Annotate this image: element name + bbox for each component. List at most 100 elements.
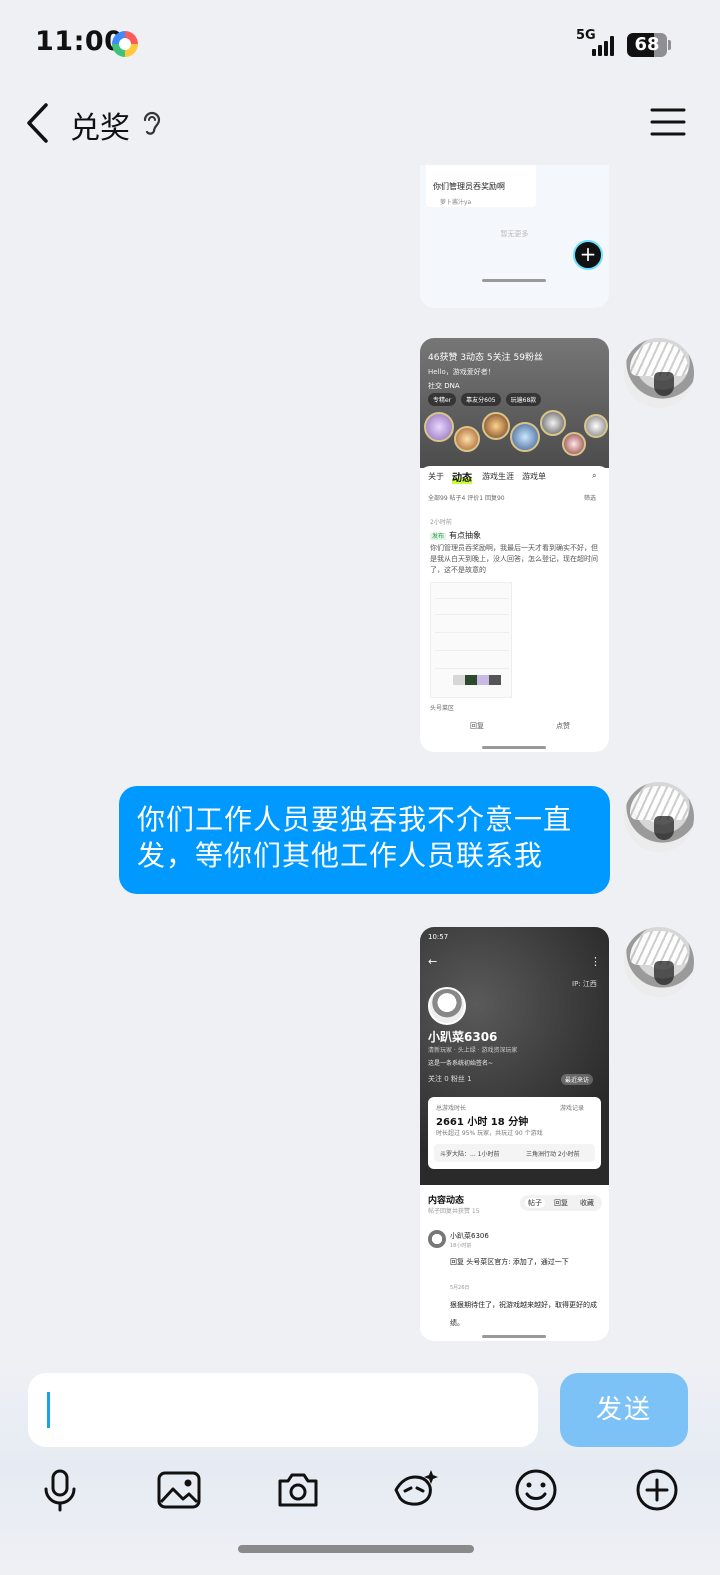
segment-posts: 帖子 [525,1198,545,1208]
no-more-label: 暂无更多 [500,230,529,238]
profile-name: 小趴菜6306 [428,1030,498,1044]
reply-date: 5月26日 [450,1285,470,1291]
camera-icon [278,1473,318,1507]
embedded-screenshot [430,582,512,698]
profile-header: 10:57 ← ⋮ IP: 江西 小趴菜6306 清新玩家 · 头上绿 · 游戏… [420,927,609,1185]
medal-icon [424,412,454,442]
medal-icon [482,412,510,440]
segment-favorites: 收藏 [580,1199,594,1207]
post-title-text: 有点抽象 [449,531,482,540]
post-body: 你们管理员吞奖励啊，我最后一天才看到确实不好，但是我从白天到晚上，没人回答，怎么… [430,544,598,574]
plus-fab-icon: + [573,240,603,270]
tab-activity: 动态 [452,469,472,484]
avatar[interactable] [624,782,694,852]
composer: 发送 [0,1362,720,1575]
hamburger-menu-icon [650,108,686,136]
image-message-2[interactable]: 46获赞 3动态 5关注 59粉丝 Hello，游戏爱好者！ 社交 DNA 专精… [420,338,609,752]
stat-chips: 专精er 靠友分605 玩遍68款 [428,393,542,406]
playtime-rank: 时长超过 95% 玩家，共玩过 90 个游戏 [436,1130,543,1137]
playtime-card: 总游戏时长 游戏记录 2661 小时 18 分钟 时长超过 95% 玩家，共玩过… [428,1097,601,1169]
post-tag: 发布 [430,533,447,540]
reply-user-name: 小趴菜6306 [450,1232,489,1240]
reply-text: 狠狠期待住了，祝游戏越来越好，取得更好的成绩。 [450,1301,597,1327]
medal-icon [562,432,586,456]
stat-chip: 玩遍68款 [505,393,542,406]
post-title: 发布 有点抽象 [430,530,481,541]
follow-stats: 关注 0 粉丝 1 [428,1075,472,1083]
profile-avatar [428,987,466,1025]
like-label: 点赞 [556,722,570,730]
image-icon [157,1471,201,1509]
image-message-3[interactable]: 10:57 ← ⋮ IP: 江西 小趴菜6306 清新玩家 · 头上绿 · 游戏… [420,927,609,1341]
reply-user-time: 18小时前 [450,1243,472,1249]
chat-title: 兑奖 [70,111,130,146]
emoji-icon [515,1469,557,1511]
game-item: 三角洲行动 2小时前 [526,1151,580,1158]
content-section-sub: 帖子回复共获赞 15 [428,1208,480,1215]
game-item: 斗罗大陆：... 1小时前 [440,1151,500,1158]
sub-tabs: 全部99 帖子4 评价1 回复90 [428,495,505,502]
battery-tip [668,40,671,50]
shot-time: 10:57 [428,933,449,941]
profile-hero: 46获赞 3动态 5关注 59粉丝 Hello，游戏爱好者！ 社交 DNA 专精… [420,338,609,468]
microphone-icon [44,1469,76,1512]
profile-stats: 46获赞 3动态 5关注 59粉丝 [428,353,543,363]
signal-icon [590,34,616,56]
battery-icon: 68 [627,33,667,57]
medal-icon [540,410,566,436]
avatar[interactable] [624,338,694,408]
ai-assistant-icon [394,1470,438,1506]
stat-chip: 靠友分605 [461,393,501,406]
social-dna-tag: 社交 DNA [428,382,460,390]
album-button[interactable] [155,1466,203,1514]
camera-button[interactable] [274,1466,322,1514]
hero-title: Hello，游戏爱好者！ [428,368,495,376]
reply-label: 回复 [470,722,484,730]
plus-icon [636,1469,678,1511]
avatar[interactable] [624,927,694,997]
playtime-label: 总游戏时长 [436,1105,467,1112]
medal-icon [510,422,540,452]
status-time: 11:00 [35,26,124,57]
reply-text: 回复 头号菜区官方: 添加了，通过一下 [450,1258,569,1266]
text-message-bubble[interactable]: 你们工作人员要独吞我不介意一直发，等你们其他工作人员联系我 [119,786,610,894]
post-text: 你们管理员吞奖励啊 [433,182,505,191]
home-indicator [238,1545,474,1553]
post-card: 你们管理员吞奖励啊 萝卜酱汁ya [426,165,536,207]
medal-icon [454,426,480,452]
voice-button[interactable] [36,1466,84,1514]
badge-medals [422,408,609,466]
menu-button[interactable] [648,104,688,140]
message-input[interactable] [28,1373,538,1447]
arrow-left-icon: ← [428,955,438,968]
ip-location: IP: 江西 [572,980,597,988]
profile-badges: 清新玩家 · 头上绿 · 游戏资深玩家 [428,1047,518,1054]
playtime-hours: 2661 小时 18 分钟 [436,1117,529,1128]
chevron-left-icon [27,103,48,143]
image-message-1[interactable]: 你们管理员吞奖励啊 萝卜酱汁ya 暂无更多 + [420,165,609,308]
home-indicator [482,279,546,282]
more-icon: ⋮ [590,955,601,968]
recent-games: 斗罗大陆：... 1小时前 三角洲行动 2小时前 [434,1144,595,1162]
emoji-button[interactable] [512,1466,560,1514]
more-functions-button[interactable] [633,1466,681,1514]
stat-chip: 专精er [428,393,457,406]
post-time: 2小时前 [430,519,452,526]
ai-assistant-button[interactable] [391,1466,439,1514]
game-record-link: 游戏记录 [560,1105,585,1112]
app-notification-icon [112,31,138,57]
send-button[interactable]: 发送 [560,1373,688,1447]
home-indicator [482,1335,546,1338]
reply-user-avatar [428,1230,446,1248]
chat-message-list[interactable]: 你们管理员吞奖励啊 萝卜酱汁ya 暂无更多 + 46获赞 3动态 5关注 59粉… [0,165,720,1362]
status-bar: 11:00 5G 68 [0,0,720,90]
medal-icon [584,414,608,438]
segment-replies: 回复 [554,1199,568,1207]
recent-visitors: 最近来访 [561,1074,594,1085]
profile-bio: 这是一条系统初始签名~ [428,1060,494,1067]
back-button[interactable] [18,98,62,148]
content-section-title: 内容动态 [428,1196,465,1206]
ear-mode-icon[interactable] [139,108,165,138]
text-caret [47,1392,50,1428]
post-source: 头号菜区 [430,705,455,712]
